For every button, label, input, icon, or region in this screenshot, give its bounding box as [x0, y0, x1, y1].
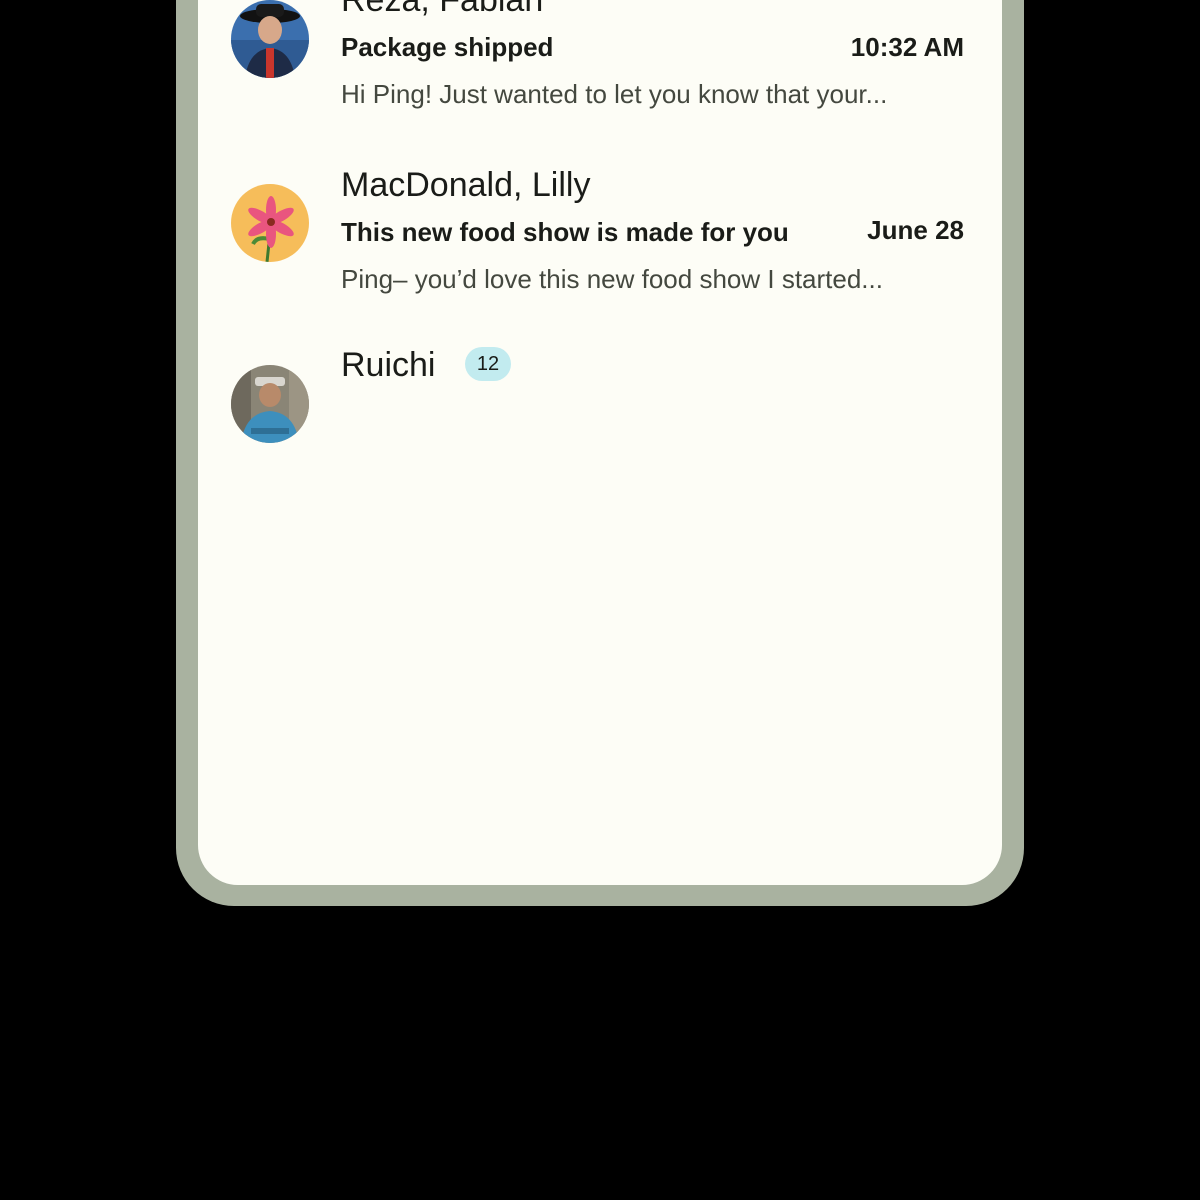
message-time: 10:32 AM: [850, 32, 964, 62]
unread-badge: 12: [465, 347, 511, 381]
avatar: [231, 365, 309, 443]
message-time: June 28: [867, 215, 964, 245]
avatar: [231, 0, 309, 78]
phone-screen: Reza, Fabian Package shipped 10:32 AM Hi…: [198, 0, 1002, 885]
message-subject: Package shipped: [341, 32, 554, 62]
message-subject: This new food show is made for you: [341, 217, 789, 247]
message-list[interactable]: Reza, Fabian Package shipped 10:32 AM Hi…: [198, 0, 1002, 675]
message-item[interactable]: MacDonald, Lilly This new food show is m…: [198, 165, 1002, 350]
message-preview: Ping– you’d love this new food show I st…: [341, 264, 883, 294]
sender-name: Ruichi: [341, 346, 436, 384]
avatar: [231, 184, 309, 262]
message-item[interactable]: Reza, Fabian Package shipped 10:32 AM Hi…: [198, 0, 1002, 165]
message-item[interactable]: Ruichi 12: [198, 346, 1002, 550]
message-preview: Hi Ping! Just wanted to let you know tha…: [341, 79, 888, 109]
sender-name: MacDonald, Lilly: [341, 166, 591, 204]
sender-name: Reza, Fabian: [341, 0, 544, 19]
